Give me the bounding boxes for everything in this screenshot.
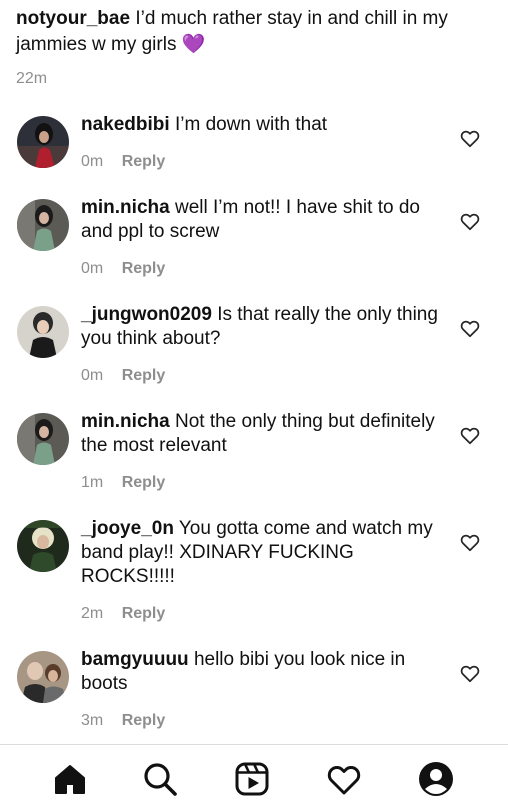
- comment-body: nakedbibi I’m down with that 0m Reply: [81, 113, 449, 172]
- comment-timestamp: 2m: [81, 605, 104, 622]
- comment-meta: 2m Reply: [81, 604, 449, 624]
- comment-timestamp: 0m: [81, 153, 104, 170]
- comment-text: _jungwon0209 Is that really the only thi…: [81, 303, 449, 351]
- comment-content: I’m down with that: [174, 114, 328, 135]
- comment-text: nakedbibi I’m down with that: [81, 113, 449, 137]
- comment-username[interactable]: nakedbibi: [81, 114, 170, 135]
- home-icon[interactable]: [52, 761, 88, 797]
- heart-icon[interactable]: [326, 761, 362, 797]
- comment-text: bamgyuuuu hello bibi you look nice in bo…: [81, 648, 449, 696]
- comment-text: min.nicha well I’m not!! I have shit to …: [81, 196, 449, 244]
- comment-timestamp: 1m: [81, 474, 104, 491]
- comment-text: _jooye_0n You gotta come and watch my ba…: [81, 517, 449, 589]
- heart-icon[interactable]: [459, 662, 481, 684]
- comment-meta: 1m Reply: [81, 473, 449, 493]
- comment-username[interactable]: _jooye_0n: [81, 518, 174, 539]
- comment-username[interactable]: min.nicha: [81, 197, 170, 218]
- heart-icon[interactable]: [459, 210, 481, 232]
- comment-meta: 0m Reply: [81, 259, 449, 279]
- heart-icon[interactable]: [459, 424, 481, 446]
- reels-icon[interactable]: [234, 761, 270, 797]
- reply-button[interactable]: Reply: [122, 474, 166, 491]
- comment-body: min.nicha Not the only thing but definit…: [81, 410, 449, 493]
- comment-meta: 0m Reply: [81, 152, 449, 172]
- parent-comment: notyour_bae I’d much rather stay in and …: [16, 6, 496, 88]
- comment-username[interactable]: bamgyuuuu: [81, 649, 189, 670]
- comment-body: bamgyuuuu hello bibi you look nice in bo…: [81, 648, 449, 731]
- avatar[interactable]: [17, 306, 69, 358]
- reply-button[interactable]: Reply: [122, 153, 166, 170]
- avatar[interactable]: [17, 520, 69, 572]
- bottom-nav: [0, 744, 508, 811]
- comment-username[interactable]: _jungwon0209: [81, 304, 212, 325]
- heart-icon[interactable]: [459, 531, 481, 553]
- parent-timestamp: 22m: [16, 70, 48, 87]
- comment-username[interactable]: min.nicha: [81, 411, 170, 432]
- comment-body: min.nicha well I’m not!! I have shit to …: [81, 196, 449, 279]
- reply-button[interactable]: Reply: [122, 712, 166, 729]
- reply-button[interactable]: Reply: [122, 605, 166, 622]
- reply-button[interactable]: Reply: [122, 367, 166, 384]
- comment-body: _jooye_0n You gotta come and watch my ba…: [81, 517, 449, 624]
- profile-icon[interactable]: [418, 761, 454, 797]
- avatar[interactable]: [17, 116, 69, 168]
- avatar[interactable]: [17, 199, 69, 251]
- comment-body: _jungwon0209 Is that really the only thi…: [81, 303, 449, 386]
- comment-timestamp: 0m: [81, 367, 104, 384]
- search-icon[interactable]: [142, 761, 178, 797]
- heart-icon[interactable]: [459, 317, 481, 339]
- comment-meta: 3m Reply: [81, 711, 449, 731]
- comment-timestamp: 3m: [81, 712, 104, 729]
- comment-timestamp: 0m: [81, 260, 104, 277]
- parent-comment-text: notyour_bae I’d much rather stay in and …: [16, 6, 496, 58]
- avatar[interactable]: [17, 651, 69, 703]
- reply-button[interactable]: Reply: [122, 260, 166, 277]
- comment-text: min.nicha Not the only thing but definit…: [81, 410, 449, 458]
- comment-meta: 0m Reply: [81, 366, 449, 386]
- avatar[interactable]: [17, 413, 69, 465]
- parent-username[interactable]: notyour_bae: [16, 8, 130, 29]
- heart-icon[interactable]: [459, 127, 481, 149]
